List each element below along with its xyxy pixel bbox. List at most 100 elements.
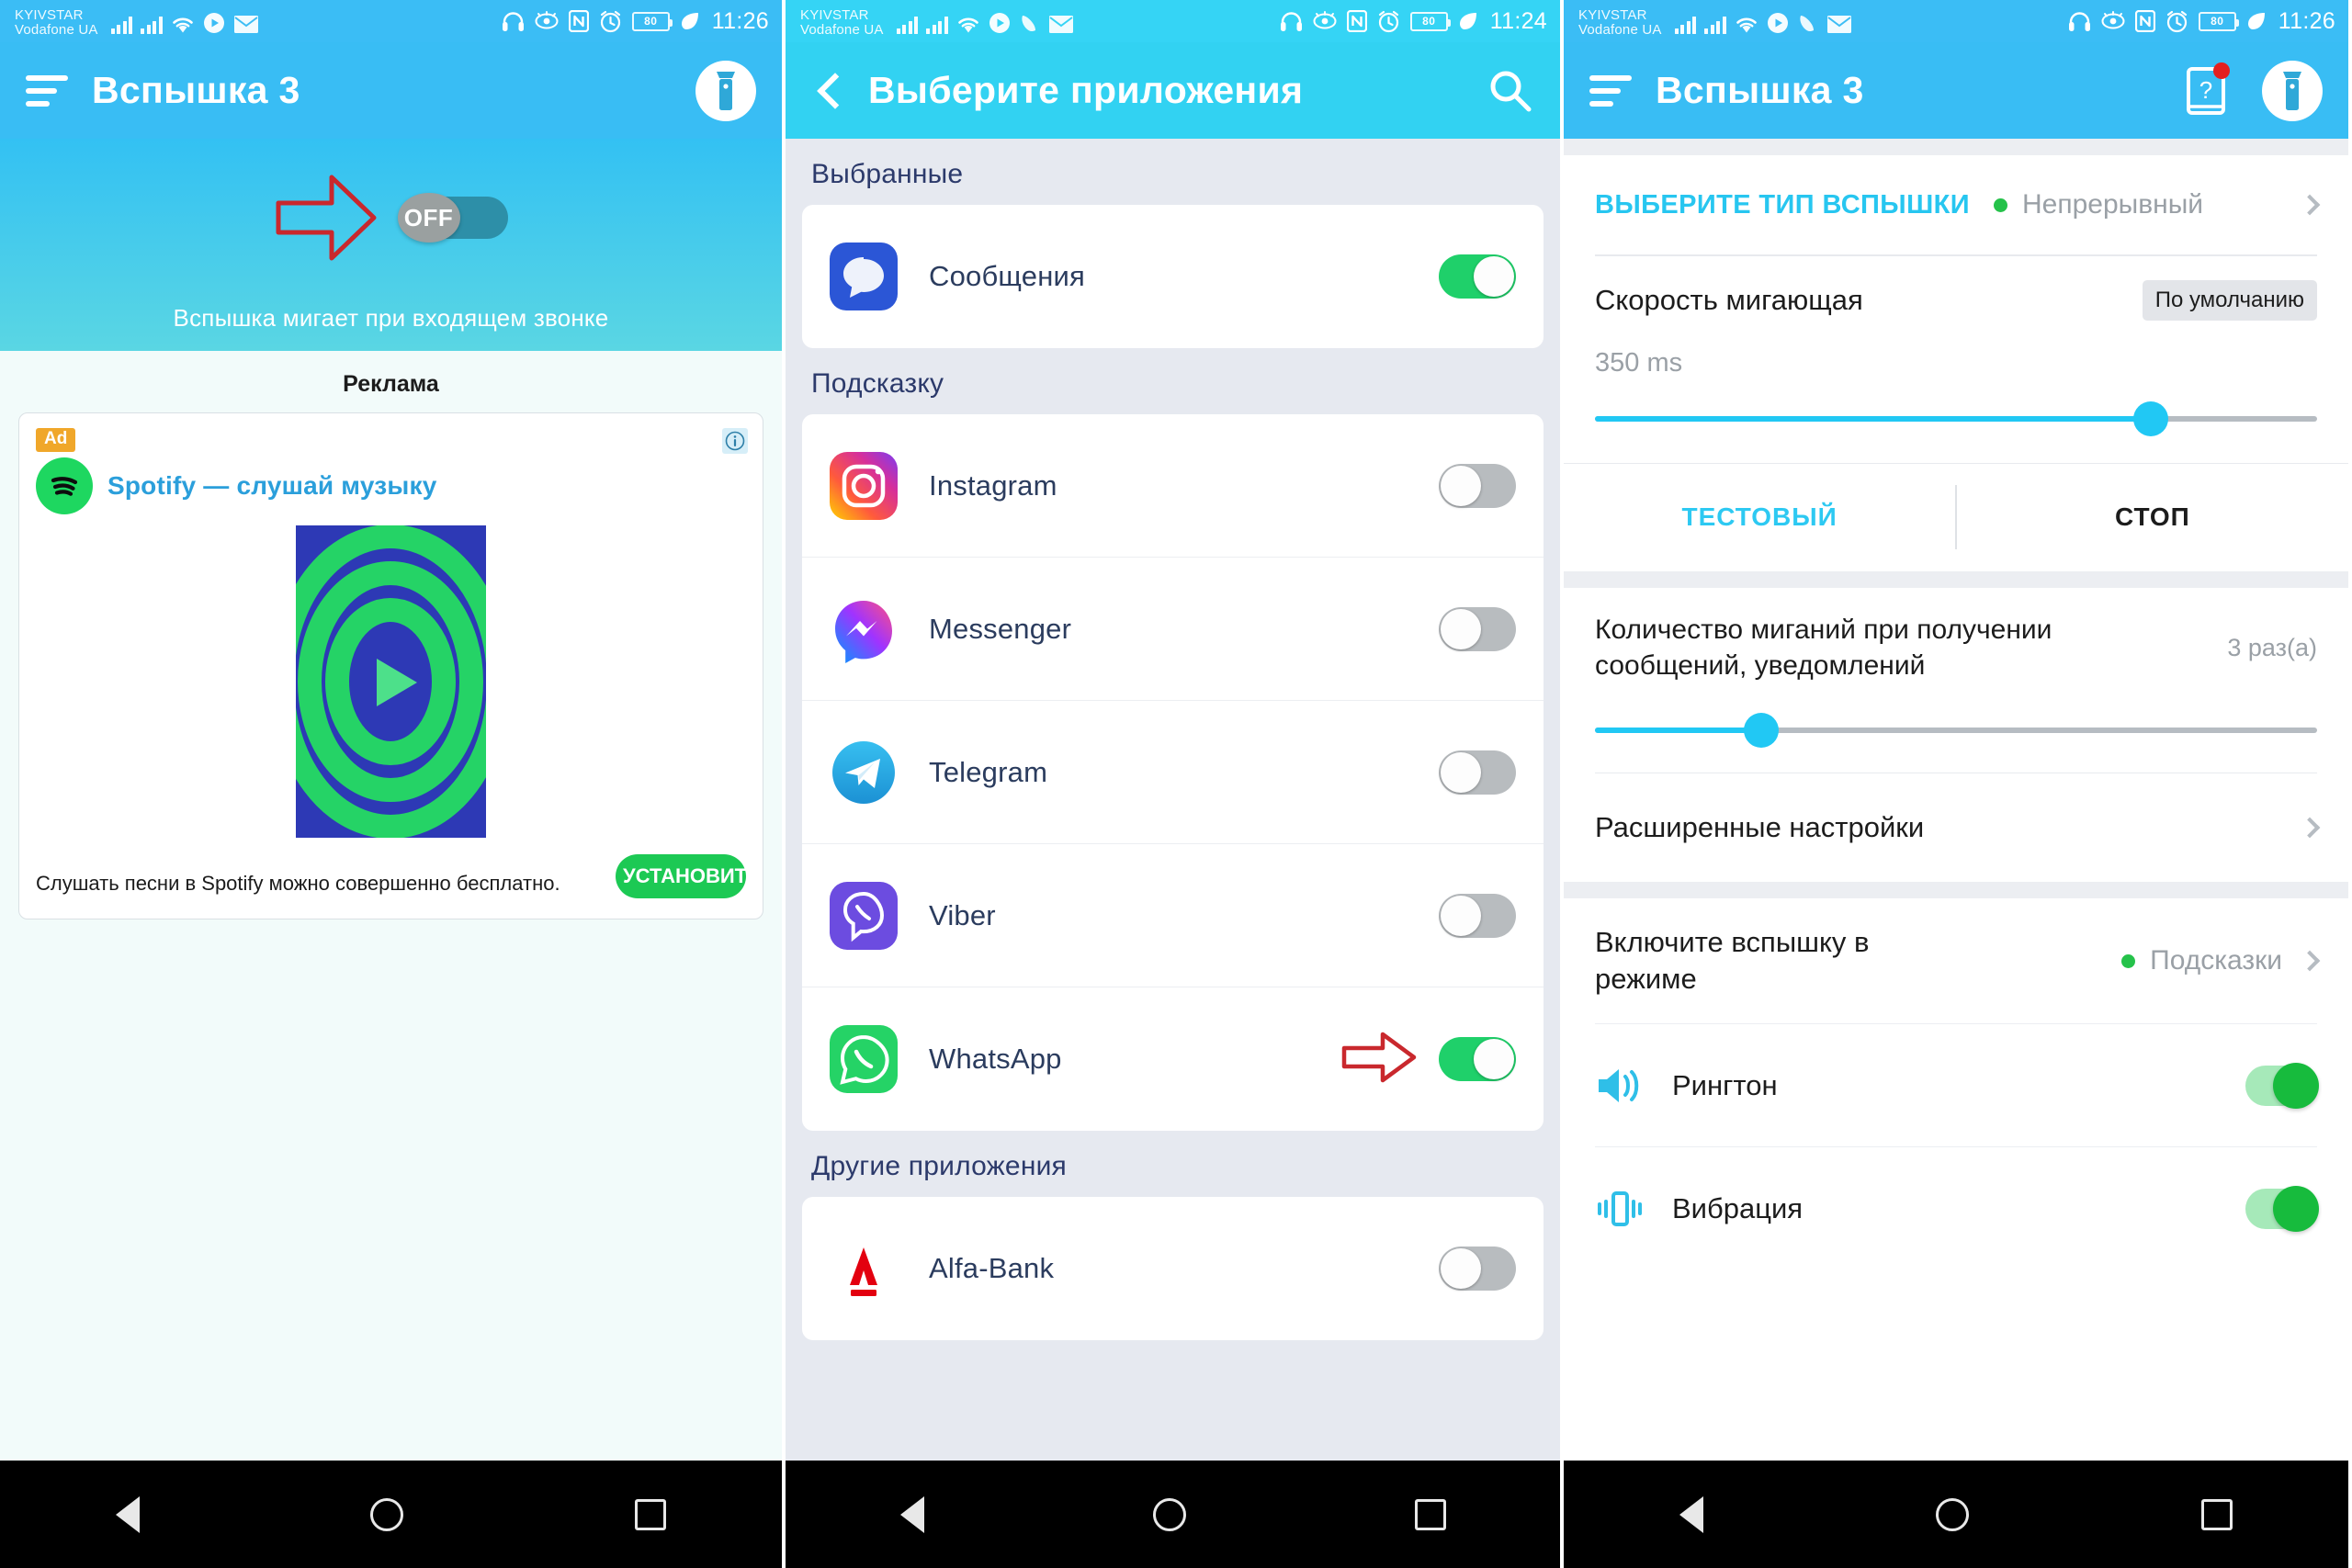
home-circle-icon[interactable] bbox=[370, 1497, 404, 1531]
toggle-knob: OFF bbox=[397, 193, 460, 243]
mode-and-sound-section: Включите вспышку в режиме Подсказки Ринг… bbox=[1564, 898, 2348, 1270]
list-item[interactable]: Сообщения bbox=[802, 205, 1544, 348]
recents-square-icon[interactable] bbox=[1414, 1498, 1446, 1530]
home-circle-icon[interactable] bbox=[1935, 1497, 1969, 1531]
leaf-icon bbox=[1459, 13, 1476, 29]
app-toggle[interactable] bbox=[1439, 606, 1516, 651]
vibration-toggle[interactable] bbox=[2245, 1185, 2319, 1232]
headphones-icon bbox=[1280, 12, 1302, 31]
flashlight-icon[interactable] bbox=[2262, 60, 2323, 121]
blink-speed-chip[interactable]: По умолчанию bbox=[2142, 279, 2317, 321]
back-triangle-icon[interactable] bbox=[115, 1495, 140, 1533]
app-toggle[interactable] bbox=[1439, 463, 1516, 508]
search-icon[interactable] bbox=[1487, 67, 1534, 115]
section-gap bbox=[1564, 570, 2348, 588]
ringtone-row[interactable]: Рингтон bbox=[1595, 1023, 2319, 1146]
status-left-icons bbox=[110, 8, 259, 34]
list-item[interactable]: Alfa-Bank bbox=[802, 1197, 1544, 1340]
app-name: Сообщения bbox=[929, 260, 1086, 292]
signal-bars-icon bbox=[896, 15, 919, 34]
toggle-knob bbox=[1441, 465, 1481, 506]
toggle-knob bbox=[1441, 895, 1481, 936]
app-card-suggested: Instagram Messenger Telegram Viber Whats… bbox=[802, 414, 1544, 1131]
app-toggle[interactable] bbox=[1439, 1247, 1516, 1291]
nfc-icon bbox=[568, 10, 589, 32]
app-toggle[interactable] bbox=[1439, 750, 1516, 795]
slider-thumb[interactable] bbox=[1743, 712, 1779, 748]
back-triangle-icon[interactable] bbox=[1679, 1495, 1704, 1533]
back-chevron-icon[interactable] bbox=[811, 73, 848, 109]
eye-icon bbox=[1313, 11, 1337, 29]
wifi-icon bbox=[1736, 17, 1757, 33]
status-bar-panel1: KYIVSTAR Vodafone UA 80 11:26 bbox=[0, 0, 782, 42]
whatsapp-icon bbox=[830, 1025, 898, 1093]
blink-speed-slider[interactable] bbox=[1595, 399, 2317, 439]
ad-section: Реклама Ad Spotify — слушай музыку Слуша… bbox=[0, 351, 782, 1461]
toggle-knob bbox=[1474, 256, 1514, 297]
ad-footer: Слушать песни в Spotify можно совершенно… bbox=[36, 853, 762, 898]
app-name: WhatsApp bbox=[929, 1043, 1062, 1075]
signal-bars-icon bbox=[110, 15, 133, 34]
app-card-selected: Сообщения bbox=[802, 205, 1544, 348]
ad-card[interactable]: Ad Spotify — слушай музыку Слушать песни… bbox=[18, 412, 763, 919]
blink-speed-value: 350 ms bbox=[1595, 347, 1683, 378]
toggle-knob bbox=[2273, 1185, 2319, 1232]
list-item[interactable]: Instagram bbox=[802, 414, 1544, 558]
help-book-icon[interactable]: ? bbox=[2181, 62, 2234, 119]
list-item[interactable]: Viber bbox=[802, 844, 1544, 987]
ad-header: Spotify — слушай музыку bbox=[36, 457, 746, 514]
back-triangle-icon[interactable] bbox=[899, 1495, 924, 1533]
flash-toggle-hero: OFF Вспышка мигает при входящем звонке bbox=[0, 139, 782, 351]
toggle-knob bbox=[2273, 1062, 2319, 1109]
app-toggle[interactable] bbox=[1439, 1037, 1516, 1081]
play-icon bbox=[989, 13, 1010, 33]
list-item[interactable]: WhatsApp bbox=[802, 987, 1544, 1131]
headphones-icon bbox=[502, 12, 524, 31]
stop-button[interactable]: СТОП bbox=[1957, 502, 2348, 532]
messages-icon bbox=[830, 243, 898, 310]
status-dot bbox=[2121, 953, 2136, 968]
info-icon[interactable] bbox=[722, 428, 748, 454]
app-name: Messenger bbox=[929, 612, 1072, 645]
vibration-icon bbox=[1595, 1186, 1645, 1232]
panel-flash-settings: KYIVSTAR Vodafone UA 80 11:26 Вспышка 3 … bbox=[1564, 0, 2348, 1568]
list-item[interactable]: Telegram bbox=[802, 701, 1544, 844]
mail-icon bbox=[1048, 16, 1073, 33]
hamburger-icon[interactable] bbox=[1589, 74, 1632, 107]
recents-square-icon[interactable] bbox=[635, 1498, 667, 1530]
blink-count-slider[interactable] bbox=[1595, 710, 2317, 750]
recents-square-icon[interactable] bbox=[2200, 1498, 2233, 1530]
flash-type-label: ВЫБЕРИТЕ ТИП ВСПЫШКИ bbox=[1595, 189, 1970, 220]
flash-mode-row[interactable]: Включите вспышку в режиме Подсказки bbox=[1595, 898, 2321, 1023]
ad-media-image[interactable] bbox=[36, 525, 746, 838]
ringtone-toggle[interactable] bbox=[2245, 1062, 2319, 1109]
app-toggle[interactable] bbox=[1439, 893, 1516, 938]
phone-icon bbox=[1799, 16, 1814, 32]
app-toggle[interactable] bbox=[1439, 254, 1516, 299]
flash-enable-toggle[interactable]: OFF bbox=[397, 193, 508, 243]
home-circle-icon[interactable] bbox=[1152, 1497, 1186, 1531]
list-item[interactable]: Messenger bbox=[802, 558, 1544, 701]
test-button[interactable]: ТЕСТОВЫЙ bbox=[1564, 502, 1955, 532]
hamburger-icon[interactable] bbox=[26, 74, 68, 107]
alfabank-icon bbox=[830, 1235, 898, 1303]
carrier-label: KYIVSTAR Vodafone UA bbox=[15, 6, 98, 38]
slider-fill bbox=[1595, 727, 1761, 733]
status-left-icons bbox=[896, 8, 1074, 34]
slider-thumb[interactable] bbox=[2133, 400, 2169, 436]
flashlight-icon[interactable] bbox=[695, 60, 756, 121]
panel-flashlight-home: KYIVSTAR Vodafone UA 80 11:26 Вспышка 3 … bbox=[0, 0, 782, 1568]
toggle-row: OFF bbox=[0, 170, 782, 265]
advanced-settings-row[interactable]: Расширенные настройки bbox=[1595, 773, 2321, 882]
speaker-icon bbox=[1595, 1063, 1645, 1109]
three-panel-screenshot: KYIVSTAR Vodafone UA 80 11:26 Вспышка 3 … bbox=[0, 0, 2352, 1568]
play-icon bbox=[1767, 13, 1788, 33]
signal-bars-icon-2 bbox=[926, 15, 948, 34]
app-name: Alfa-Bank bbox=[929, 1252, 1055, 1284]
vibration-row[interactable]: Вибрация bbox=[1595, 1146, 2319, 1269]
signal-bars-icon bbox=[1674, 15, 1697, 34]
appbar-panel1: Вспышка 3 bbox=[0, 42, 782, 139]
install-button[interactable]: УСТАНОВИТЬ bbox=[616, 853, 762, 898]
flash-type-row[interactable]: ВЫБЕРИТЕ ТИП ВСПЫШКИ Непрерывный bbox=[1595, 155, 2321, 254]
spotify-icon bbox=[36, 457, 93, 514]
